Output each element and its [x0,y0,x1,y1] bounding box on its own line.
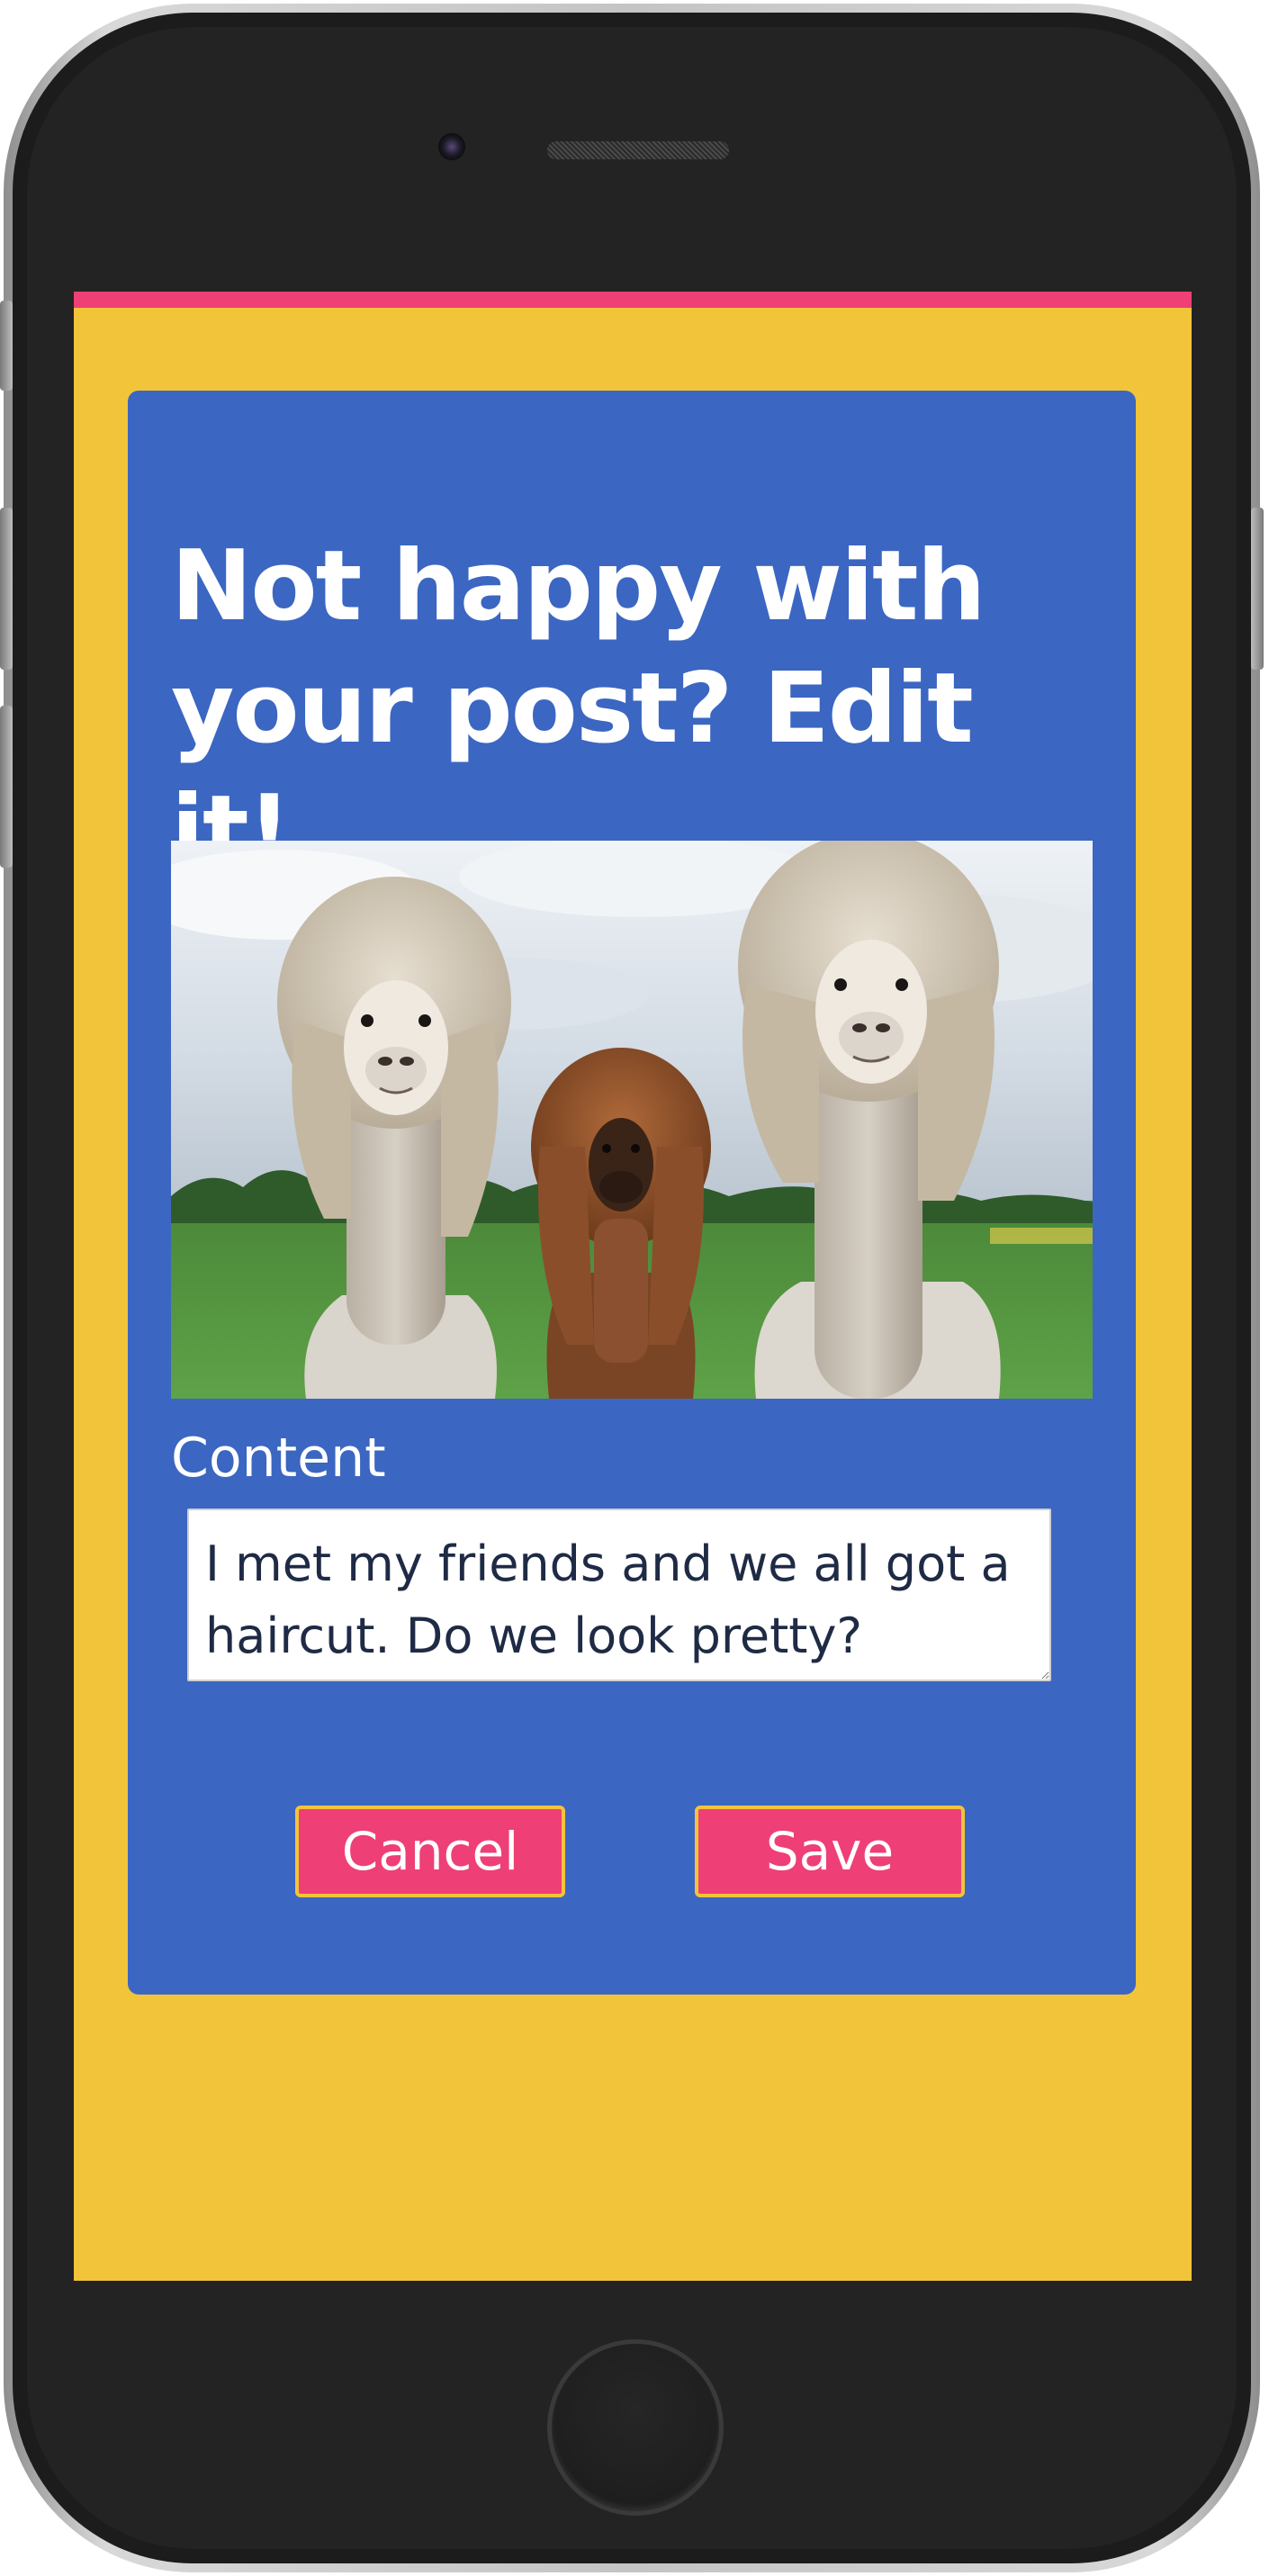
phone-frame: Not happy with your post? Edit it! Conte… [0,4,1264,2572]
content-textarea[interactable]: I met my friends and we all got a haircu… [187,1509,1051,1681]
save-button[interactable]: Save [695,1806,965,1897]
top-accent-bar [74,292,1192,308]
front-camera-icon [438,133,465,160]
volume-up-button [0,508,13,670]
content-label: Content [171,1427,386,1490]
cancel-button[interactable]: Cancel [295,1806,565,1897]
mute-switch [0,301,13,391]
post-image [171,841,1093,1399]
power-button [1251,508,1264,670]
home-button[interactable] [547,2339,724,2516]
earpiece-speaker [547,141,729,159]
edit-post-card: Not happy with your post? Edit it! Conte… [128,391,1136,1995]
volume-down-button [0,706,13,868]
app-screen: Not happy with your post? Edit it! Conte… [74,292,1192,2281]
page-title: Not happy with your post? Edit it! [171,530,986,887]
